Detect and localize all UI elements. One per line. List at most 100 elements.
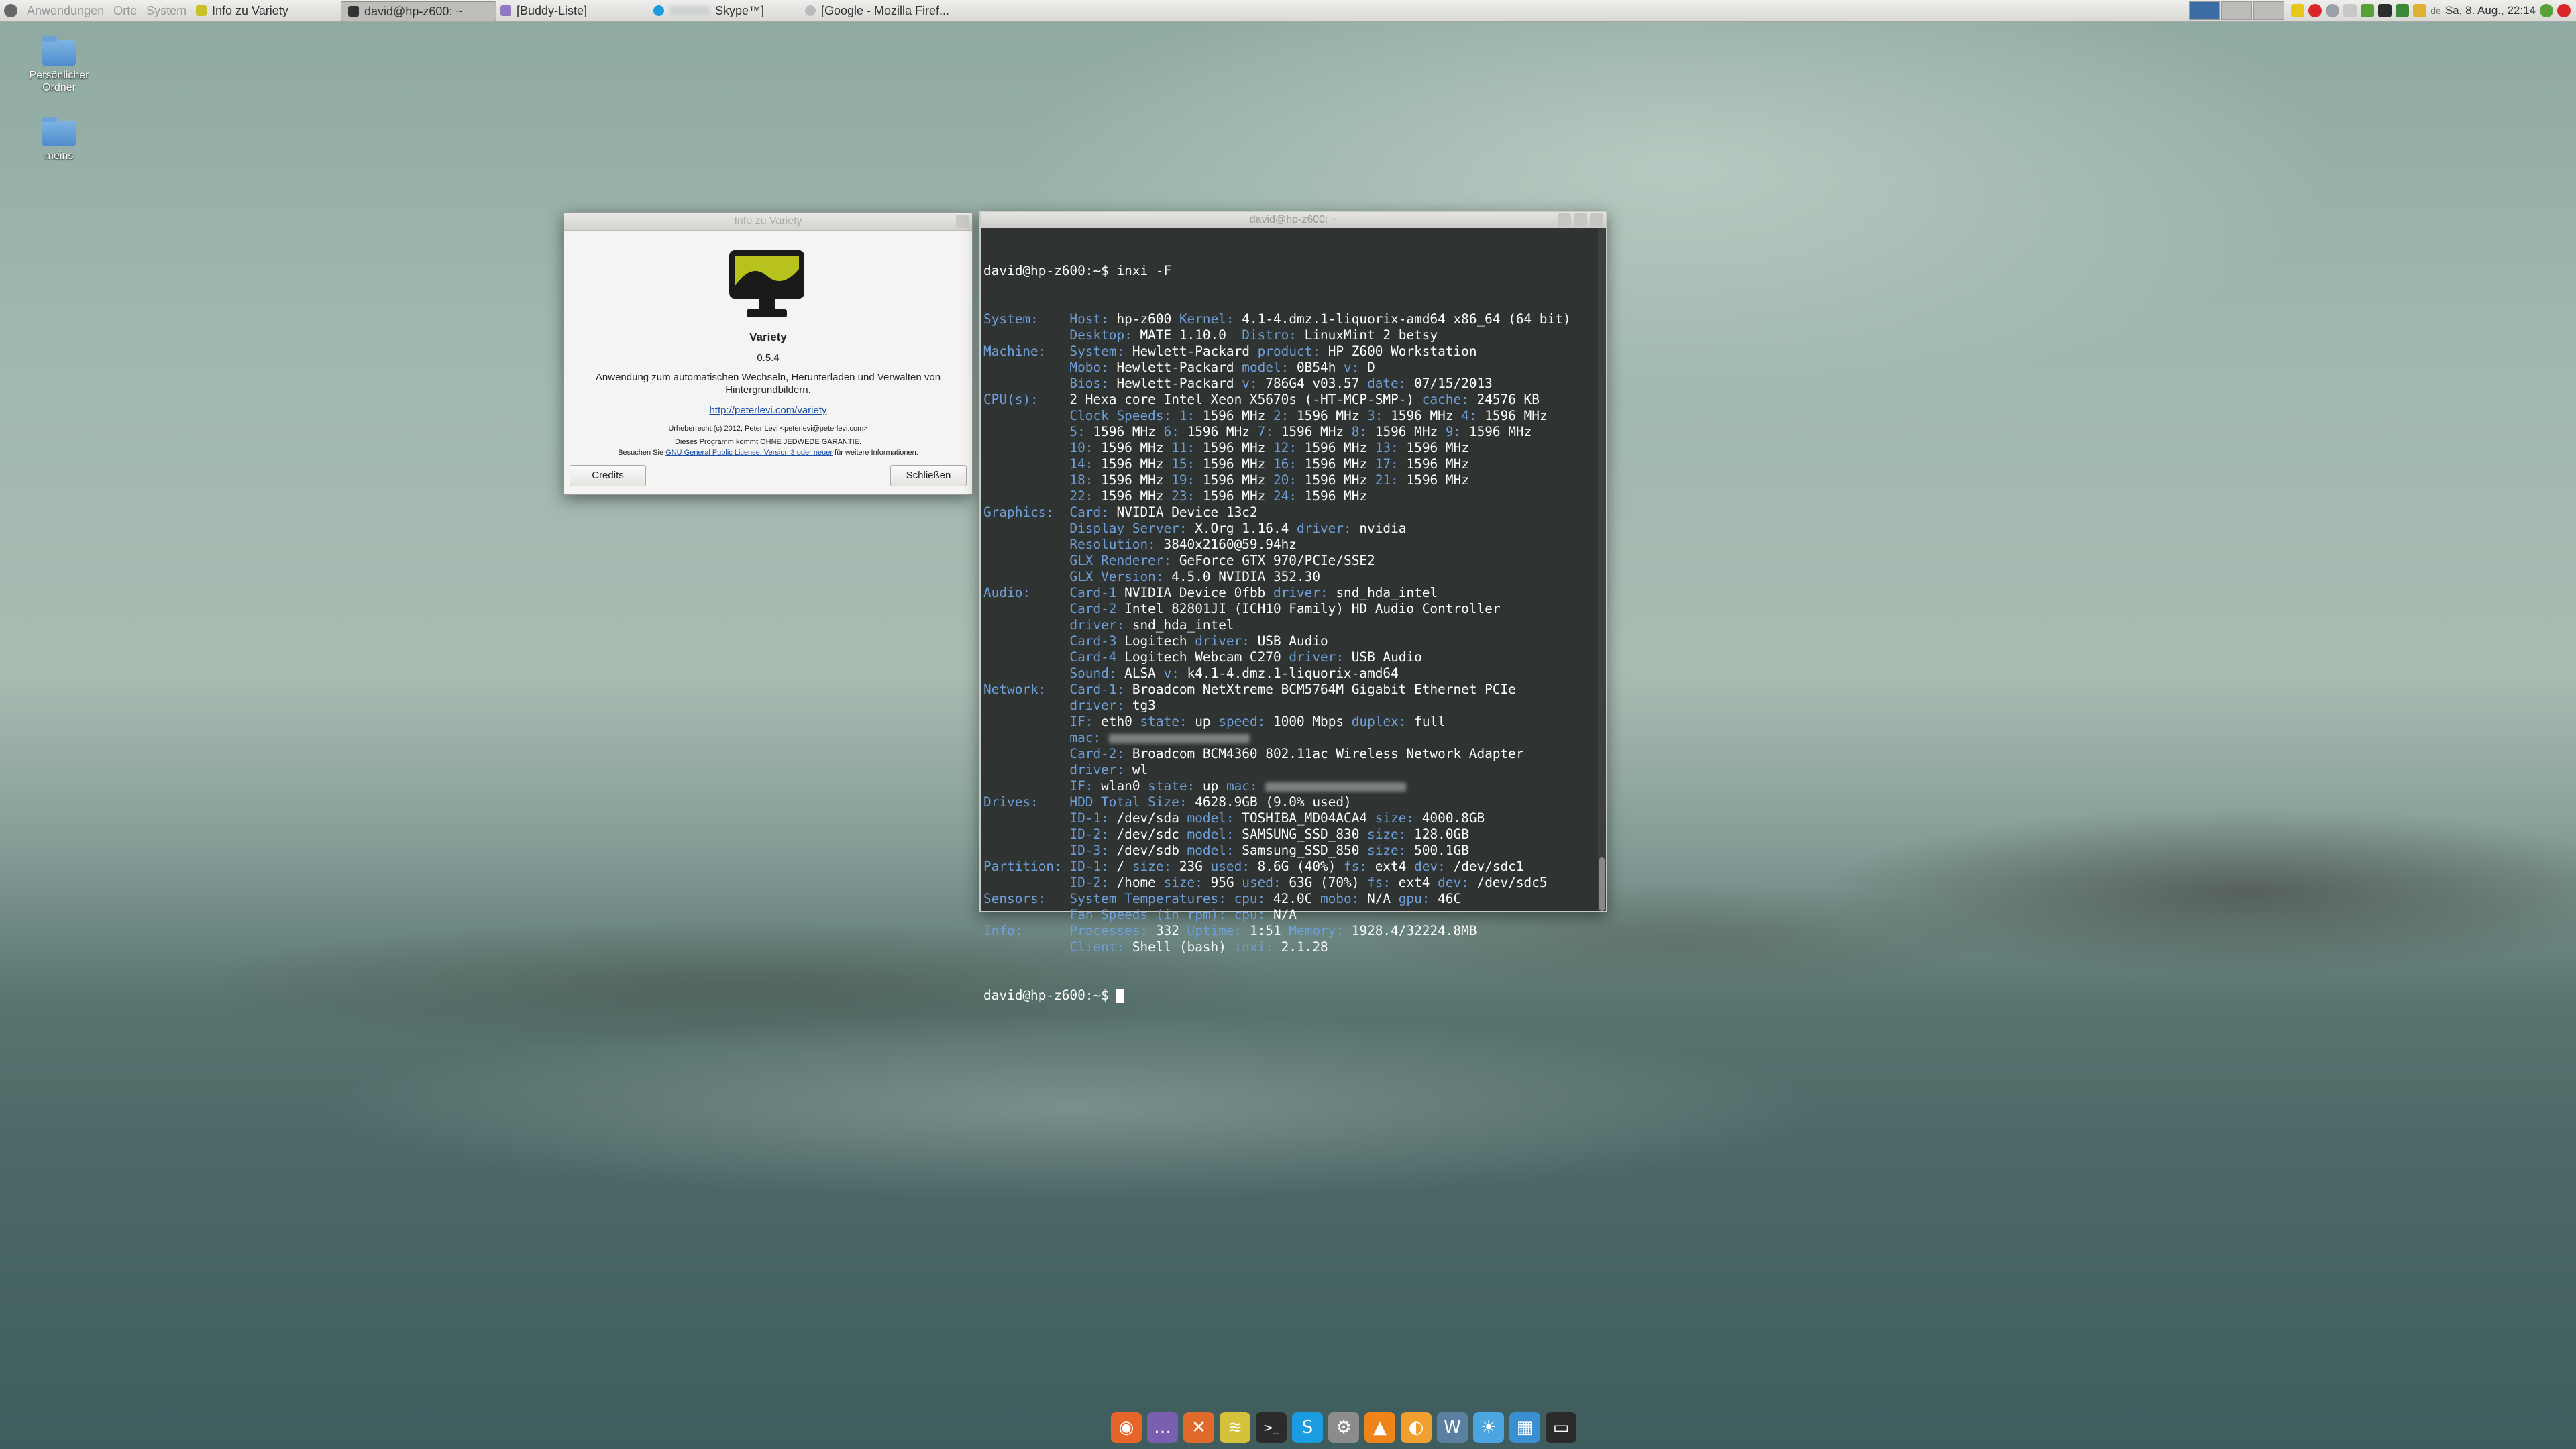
field-label: v: — [1242, 376, 1266, 391]
vlc-icon[interactable]: ▲ — [1364, 1412, 1395, 1443]
mail-icon[interactable] — [2343, 4, 2357, 17]
pidgin-icon[interactable]: … — [1147, 1412, 1178, 1443]
terminal-line: Resolution: 3840x2160@59.94hz — [983, 537, 1597, 553]
task-terminal[interactable]: david@hp-z600: ~ — [341, 1, 496, 21]
clock-app-icon[interactable] — [2326, 4, 2340, 17]
variety-tray-icon[interactable] — [2291, 4, 2305, 17]
task-skype[interactable]: Skype™] — [647, 1, 801, 20]
field-label: Card: — [1069, 504, 1117, 520]
field-label: Fan Speeds (in rpm): cpu: — [983, 907, 1273, 922]
minimize-icon[interactable] — [1558, 213, 1571, 227]
firefox-icon[interactable]: ◉ — [1111, 1412, 1142, 1443]
field-value: eth0 — [1101, 714, 1140, 729]
check-icon[interactable] — [2361, 4, 2375, 17]
field-label: CPU(s): — [983, 392, 1070, 407]
update-icon[interactable] — [2540, 4, 2553, 17]
keyboard-layout[interactable]: de — [2430, 5, 2441, 16]
field-value: NVIDIA Device 0fbb — [1124, 585, 1273, 600]
field-label: fs: — [1367, 875, 1399, 890]
terminal-line: driver: snd_hda_intel — [983, 617, 1597, 633]
network-icon[interactable] — [2378, 4, 2392, 17]
weather-icon[interactable]: ☀ — [1473, 1412, 1504, 1443]
credits-button[interactable]: Credits — [570, 465, 646, 486]
field-label: driver: — [1289, 649, 1352, 665]
dialog-titlebar[interactable]: Info zu Variety — [564, 213, 972, 231]
workspace-1[interactable] — [2189, 1, 2220, 20]
field-value: / — [1116, 859, 1132, 874]
field-value: 1596 MHz — [1468, 424, 1532, 439]
field-label: driver: — [1195, 633, 1258, 649]
terminal-line: Audio: Card-1 NVIDIA Device 0fbb driver:… — [983, 585, 1597, 601]
terminal-line: Card-2 Intel 82801JI (ICH10 Family) HD A… — [983, 601, 1597, 617]
tools-icon[interactable]: ✕ — [1183, 1412, 1214, 1443]
scrollbar-thumb[interactable] — [1599, 857, 1605, 911]
task-buddy-list[interactable]: [Buddy-Liste] — [494, 1, 641, 20]
battery-icon[interactable] — [2396, 4, 2410, 17]
terminal-line: Drives: HDD Total Size: 4628.9GB (9.0% u… — [983, 794, 1597, 810]
field-label: model: — [1187, 826, 1242, 842]
terminal-output[interactable]: david@hp-z600:~$ inxi -F System: Host: h… — [983, 231, 1597, 1036]
wordpress-icon[interactable]: W — [1437, 1412, 1468, 1443]
close-icon[interactable] — [1590, 213, 1603, 227]
terminal-scrollbar[interactable] — [1598, 228, 1606, 911]
prompt-line: david@hp-z600:~$ — [983, 987, 1597, 1004]
workspace-2[interactable] — [2221, 1, 2253, 20]
field-label: 17: — [1375, 456, 1407, 472]
field-label: Display Server: — [983, 521, 1195, 536]
workspace-3[interactable] — [2253, 1, 2285, 20]
field-label: ID-2: — [983, 875, 1117, 890]
settings-icon[interactable]: ⚙ — [1328, 1412, 1359, 1443]
field-label: size: — [1132, 859, 1179, 874]
clock[interactable]: Sa, 8. Aug., 22:14 — [2445, 4, 2536, 17]
terminal-line: Display Server: X.Org 1.16.4 driver: nvi… — [983, 521, 1597, 537]
main-menu: Anwendungen Orte System — [4, 0, 186, 21]
monitor-icon[interactable]: ▦ — [1509, 1412, 1540, 1443]
field-value: Intel 82801JI (ICH10 Family) HD Audio Co… — [1124, 601, 1501, 616]
task-firefox[interactable]: [Google - Mozilla Firef... — [798, 1, 966, 20]
field-label: 4: — [1461, 408, 1485, 423]
copyright: Urheberrecht (c) 2012, Peter Levi <peter… — [668, 425, 868, 433]
workspace-switcher[interactable] — [2189, 1, 2285, 20]
clipboard-icon[interactable] — [2413, 4, 2427, 17]
field-value: wlan0 — [1101, 778, 1148, 794]
field-value: USB Audio — [1257, 633, 1328, 649]
terminal-titlebar[interactable]: david@hp-z600: ~ — [981, 212, 1606, 228]
website-link[interactable]: http://peterlevi.com/variety — [564, 405, 972, 416]
maximize-icon[interactable] — [1574, 213, 1587, 227]
field-label: HDD Total Size: — [1069, 794, 1195, 810]
terminal-window[interactable]: david@hp-z600: ~ david@hp-z600:~$ inxi -… — [979, 211, 1607, 1003]
power-icon[interactable] — [2557, 4, 2571, 17]
field-label: Machine: — [983, 343, 1070, 359]
desktop-icon-meins[interactable]: meins — [19, 117, 99, 162]
hexchat-icon[interactable]: ≋ — [1220, 1412, 1250, 1443]
task-label: Skype™] — [715, 3, 765, 17]
terminal-icon[interactable]: >_ — [1256, 1412, 1287, 1443]
task-info-variety[interactable]: Info zu Variety — [189, 1, 337, 20]
license-link[interactable]: GNU General Public License, Version 3 od… — [665, 449, 833, 457]
field-value: Intel Xeon X5670s (-HT-MCP-SMP-) — [1163, 392, 1422, 407]
mint-menu-icon[interactable] — [4, 4, 17, 17]
field-value: 1596 MHz — [1187, 424, 1258, 439]
field-value: /dev/sdc5 — [1477, 875, 1548, 890]
field-label: 10: — [983, 440, 1102, 455]
field-label: 19: — [1171, 472, 1203, 488]
menu-applications[interactable]: Anwendungen — [27, 4, 104, 18]
close-icon[interactable] — [956, 215, 969, 228]
desktop-icon-home[interactable]: Persönlicher Ordner — [19, 36, 99, 94]
field-value: 1596 MHz — [1391, 408, 1462, 423]
menu-system[interactable]: System — [146, 4, 186, 18]
field-value: 23G — [1179, 859, 1211, 874]
field-value: 1596 MHz — [1093, 424, 1164, 439]
field-label: Desktop: — [983, 327, 1140, 343]
skype-icon[interactable]: S — [1292, 1412, 1323, 1443]
field-label: 12: — [1273, 440, 1305, 455]
field-value: /dev/sda — [1116, 810, 1187, 826]
field-value: 46C — [1438, 891, 1462, 906]
variety-icon[interactable]: ▭ — [1546, 1412, 1576, 1443]
alert-icon[interactable] — [2308, 4, 2322, 17]
field-label: IF: — [983, 714, 1102, 729]
close-button[interactable]: Schließen — [890, 465, 967, 486]
menu-places[interactable]: Orte — [113, 4, 137, 18]
inxi-output: System: Host: hp-z600 Kernel: 4.1-4.dmz.… — [983, 311, 1597, 955]
fruit-icon[interactable]: ◐ — [1401, 1412, 1432, 1443]
